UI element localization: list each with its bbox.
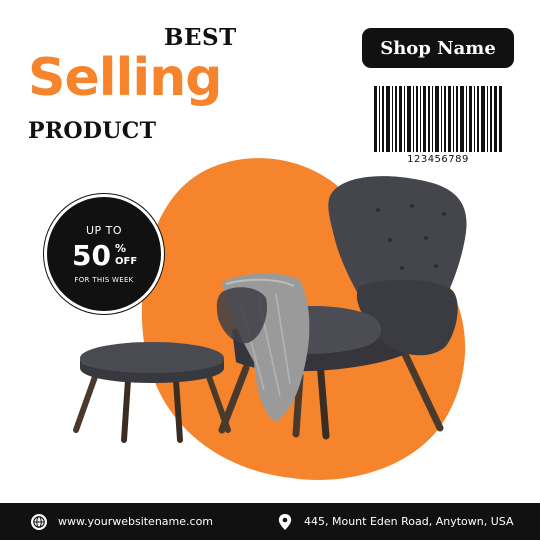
promo-canvas: BEST Selling PRODUCT Shop Name 123456789… <box>0 0 540 540</box>
location-pin-icon <box>276 513 294 531</box>
discount-suffix: OFF <box>115 256 138 267</box>
ottoman <box>73 342 231 443</box>
footer-website[interactable]: www.yourwebsitename.com <box>30 503 213 540</box>
discount-period: FOR THIS WEEK <box>74 276 134 284</box>
discount-prefix: UP TO <box>85 224 123 237</box>
discount-badge: UP TO 50 % OFF FOR THIS WEEK <box>44 194 164 314</box>
globe-icon <box>30 513 48 531</box>
discount-value: 50 <box>72 239 111 272</box>
footer-bar: www.yourwebsitename.com 445, Mount Eden … <box>0 503 540 540</box>
discount-percent-sign: % <box>115 242 127 255</box>
website-text: www.yourwebsitename.com <box>58 515 214 528</box>
address-text: 445, Mount Eden Road, Anytown, USA <box>304 515 514 528</box>
footer-address[interactable]: 445, Mount Eden Road, Anytown, USA <box>276 503 514 540</box>
